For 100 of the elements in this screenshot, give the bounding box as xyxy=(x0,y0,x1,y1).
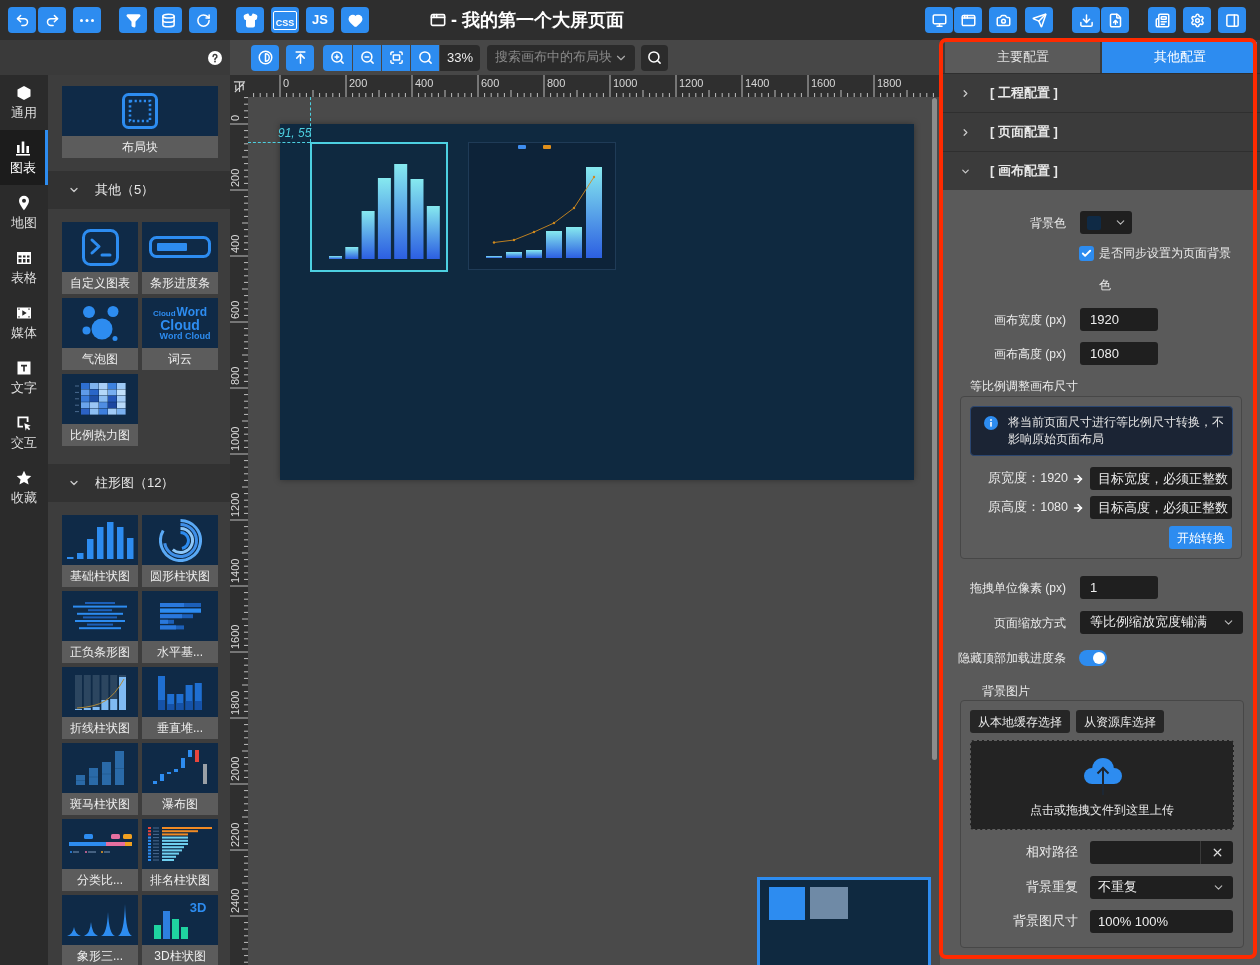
cube-icon xyxy=(16,84,32,101)
nav-item[interactable]: 图表 xyxy=(0,130,48,185)
upload-dropzone[interactable]: 点击或拖拽文件到这里上传 xyxy=(970,740,1234,830)
checkbox[interactable] xyxy=(1079,246,1094,261)
more-button[interactable] xyxy=(73,7,101,33)
terminal-icon xyxy=(81,228,119,266)
favorite-button[interactable] xyxy=(341,7,369,33)
zoom-out-button[interactable] xyxy=(353,44,381,71)
nav-item[interactable]: 表格 xyxy=(0,240,48,295)
screenshot-button[interactable] xyxy=(989,7,1017,33)
ratio-bar-drawing xyxy=(68,833,132,855)
minimap-block xyxy=(810,887,848,919)
field-label: 页面缩放方式 xyxy=(993,614,1066,631)
chart-widget[interactable] xyxy=(468,142,616,270)
input-field[interactable]: 100% 100% xyxy=(1090,910,1233,933)
section-header[interactable]: 柱形图（12） xyxy=(48,464,230,502)
refresh-button[interactable] xyxy=(189,7,217,33)
nav-item[interactable]: 地图 xyxy=(0,185,48,240)
group-label: 背景图片 xyxy=(982,683,1031,700)
zoom-in-button[interactable] xyxy=(323,44,352,71)
nav-item[interactable]: 通用 xyxy=(0,75,48,130)
path-input[interactable] xyxy=(1090,841,1200,864)
ruler-label: 200 xyxy=(230,168,241,187)
field-label: 背景重复 xyxy=(1025,879,1078,897)
contrast-button[interactable] xyxy=(251,44,279,71)
shirt-icon xyxy=(242,12,258,28)
more-icon xyxy=(80,18,94,22)
bubbles-drawing xyxy=(81,304,119,342)
progress-bar-icon xyxy=(149,236,211,258)
chart-bar xyxy=(546,231,562,258)
search-button[interactable] xyxy=(641,44,668,71)
docs-button[interactable] xyxy=(1148,7,1176,33)
publish-button[interactable] xyxy=(1025,7,1053,33)
ruler-label: 1400 xyxy=(745,77,770,89)
clear-button[interactable] xyxy=(1200,841,1233,864)
settings-button[interactable] xyxy=(1183,7,1211,33)
filter-icon xyxy=(125,12,141,28)
toggle-switch[interactable] xyxy=(1079,649,1107,666)
nav-item[interactable]: 交互 xyxy=(0,405,48,460)
select-field[interactable]: 等比例缩放宽度铺满 xyxy=(1080,611,1243,634)
legend-swatch xyxy=(518,145,526,149)
undo-button[interactable] xyxy=(8,7,36,33)
filter-button[interactable] xyxy=(119,7,147,33)
input-field[interactable]: 1 xyxy=(1080,576,1158,599)
chart-bar xyxy=(426,206,440,259)
download-button[interactable] xyxy=(1072,7,1100,33)
field-label: 拖拽单位像素 (px) xyxy=(969,579,1066,596)
chart-bar xyxy=(506,252,522,258)
panel-toggle-button[interactable] xyxy=(1218,7,1246,33)
search-select[interactable]: 搜索画布中的布局块 xyxy=(487,44,635,71)
window-button[interactable] xyxy=(954,7,982,33)
chart-widget[interactable] xyxy=(310,142,448,272)
word-cloud-word: Word xyxy=(176,305,208,318)
section-header[interactable]: 其他（5） xyxy=(48,171,230,209)
redo-button[interactable] xyxy=(38,7,66,33)
guides-toggle-icon[interactable] xyxy=(232,79,246,93)
thumbnail-caption: 3D xyxy=(189,901,207,914)
info-icon xyxy=(984,416,998,430)
theme-button[interactable] xyxy=(236,7,264,33)
position-label: 91, 55 xyxy=(278,126,312,140)
dotted-square-icon xyxy=(122,93,158,129)
diverging-bar-drawing xyxy=(73,602,127,630)
ruler-label: 2200 xyxy=(230,822,241,847)
input-field[interactable]: 1920 xyxy=(1080,308,1158,331)
database-button[interactable] xyxy=(154,7,182,33)
source-button[interactable]: 从本地缓存选择 xyxy=(970,710,1070,733)
fit-screen-button[interactable] xyxy=(382,44,410,71)
bar-chart-drawing xyxy=(153,909,188,939)
align-button[interactable] xyxy=(286,44,314,71)
fullscreen-icon xyxy=(388,50,404,65)
word-cloud-word: Cloud xyxy=(152,309,176,318)
field-label: 画布高度 (px) xyxy=(993,345,1066,362)
input-field[interactable]: 目标高度，必须正整数 xyxy=(1090,496,1232,519)
input-field[interactable]: 目标宽度，必须正整数 xyxy=(1090,467,1232,490)
database-icon xyxy=(160,12,176,28)
nav-item[interactable]: 媒体 xyxy=(0,295,48,350)
scrollbar-thumb[interactable] xyxy=(932,98,937,760)
zoom-out-icon xyxy=(359,50,375,65)
field-label: 原高度：1080 xyxy=(987,499,1068,517)
select-field[interactable]: 不重复 xyxy=(1090,876,1233,899)
import-button[interactable] xyxy=(1101,7,1129,33)
source-button[interactable]: 从资源库选择 xyxy=(1076,710,1164,733)
field-label: 隐藏顶部加载进度条 xyxy=(957,649,1066,666)
check-icon xyxy=(1081,248,1092,259)
ruler-label: 400 xyxy=(230,234,241,253)
zoom-reset-button[interactable] xyxy=(411,44,439,71)
help-icon[interactable] xyxy=(208,50,222,65)
ruler-label: 0 xyxy=(230,114,241,121)
stacked-bar-drawing xyxy=(158,674,202,710)
tab[interactable]: 主要配置 xyxy=(945,42,1100,73)
nav-item[interactable]: 收藏 xyxy=(0,460,48,515)
field-label: 原宽度：1920 xyxy=(987,470,1068,488)
input-field[interactable]: 1080 xyxy=(1080,342,1158,365)
nav-item[interactable]: 文字 xyxy=(0,350,48,405)
horizontal-bar-drawing xyxy=(159,602,201,630)
radial-bar-drawing xyxy=(158,518,202,562)
map-pin-icon xyxy=(16,194,32,211)
ruler-label: 1600 xyxy=(230,624,241,649)
preview-button[interactable] xyxy=(925,7,953,33)
color-picker[interactable] xyxy=(1080,211,1132,234)
